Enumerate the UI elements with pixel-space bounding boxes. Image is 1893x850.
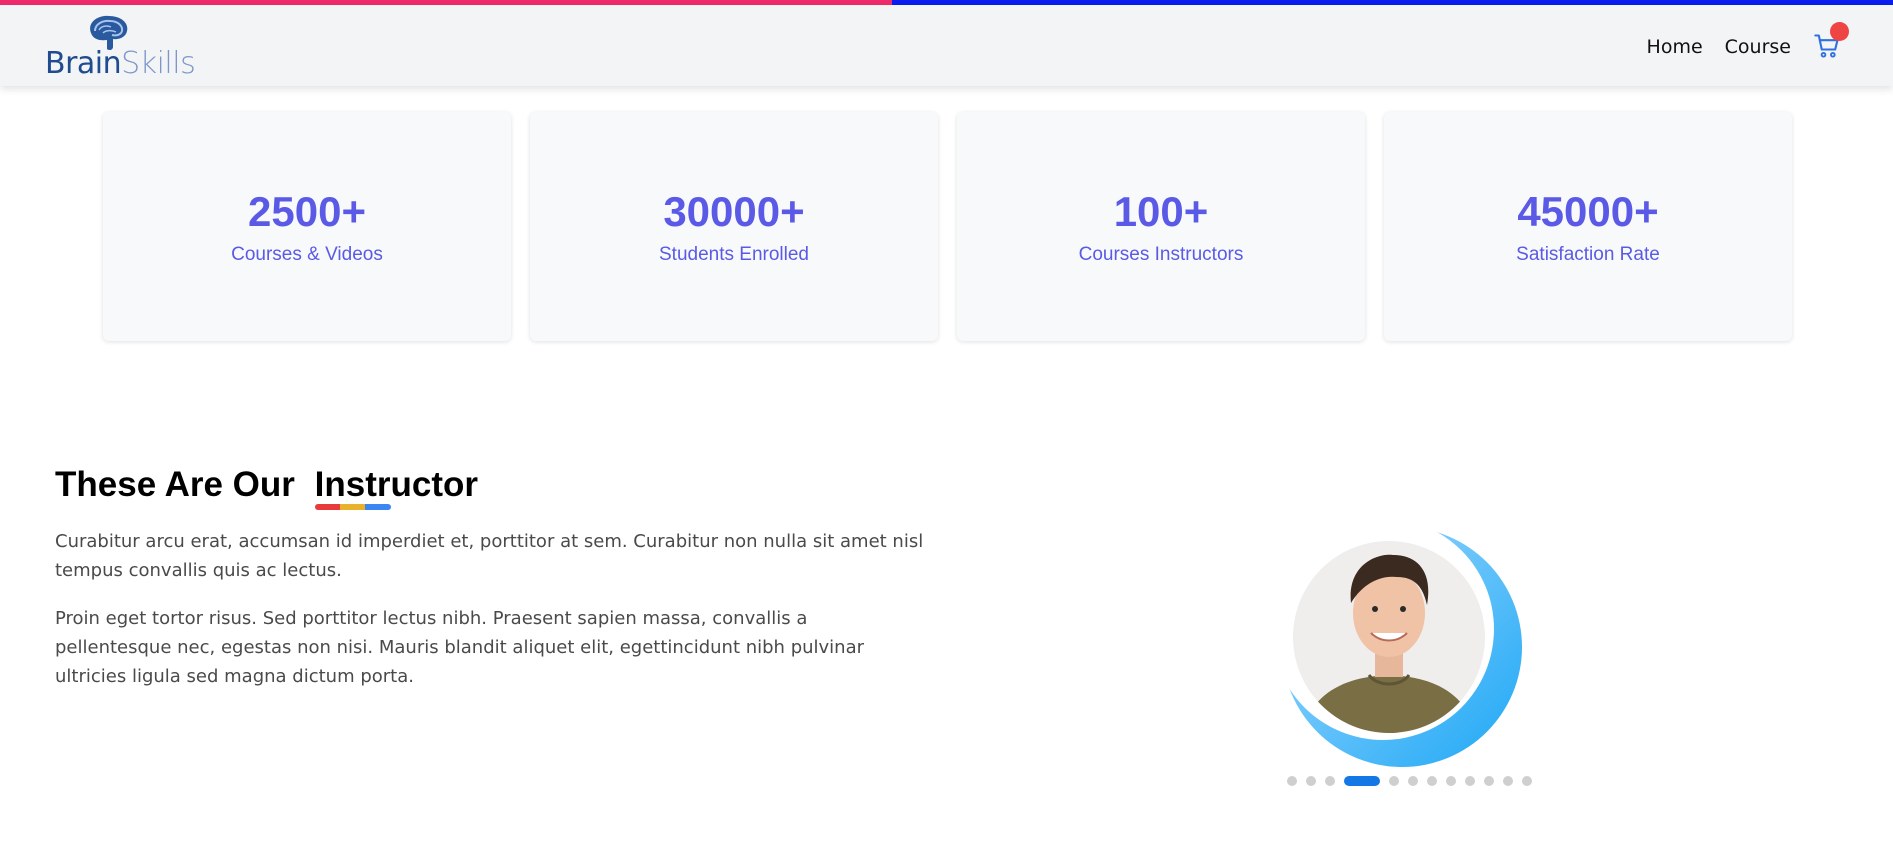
stat-label: Satisfaction Rate [1516,243,1660,265]
carousel-dot[interactable] [1484,776,1494,786]
carousel-pagination [1287,776,1532,786]
site-header: BrainSkills Home Course [0,5,1893,86]
brand-name: BrainSkills [45,46,196,81]
cart-badge [1830,22,1849,41]
carousel-dot[interactable] [1522,776,1532,786]
stat-value: 30000+ [663,187,805,235]
stat-value: 45000+ [1517,187,1659,235]
stat-card-satisfaction: 45000+ Satisfaction Rate [1384,112,1792,341]
stat-value: 100+ [1113,187,1209,235]
stat-card-students: 30000+ Students Enrolled [530,112,938,341]
carousel-dot[interactable] [1325,776,1335,786]
carousel-dot[interactable] [1446,776,1456,786]
nav-home-link[interactable]: Home [1647,36,1703,58]
instructor-avatar [1272,518,1527,770]
carousel-dot[interactable] [1427,776,1437,786]
main-nav: Home Course [1647,22,1849,62]
brand-name-part2: Skills [121,46,196,81]
stat-card-instructors: 100+ Courses Instructors [957,112,1365,341]
title-underline [314,504,391,510]
stats-section: 2500+ Courses & Videos 30000+ Students E… [103,112,1792,341]
stat-card-courses: 2500+ Courses & Videos [103,112,511,341]
carousel-dot[interactable] [1287,776,1297,786]
stat-label: Courses & Videos [231,243,383,265]
carousel-dot[interactable] [1503,776,1513,786]
instructor-paragraph-1: Curabitur arcu erat, accumsan id imperdi… [55,531,924,581]
carousel-dot[interactable] [1389,776,1399,786]
stat-value: 2500+ [248,187,366,235]
carousel-dot[interactable] [1465,776,1475,786]
avatar-illustration [1272,518,1522,767]
cart-button[interactable] [1813,22,1849,62]
carousel-dot[interactable] [1344,776,1380,786]
instructor-paragraph-2: Proin eget tortor risus. Sed porttitor l… [55,608,865,687]
instructor-section-title: These Are Our Instructor [55,465,478,510]
stat-label: Courses Instructors [1078,243,1244,265]
carousel-dot[interactable] [1408,776,1418,786]
title-accent-text: Instructor [314,465,478,504]
stat-label: Students Enrolled [659,243,809,265]
nav-course-link[interactable]: Course [1725,36,1791,58]
carousel-dot[interactable] [1306,776,1316,786]
title-accent: Instructor [314,465,478,510]
brand-name-part1: Brain [45,46,122,81]
brand-logo[interactable]: BrainSkills [45,13,205,83]
title-prefix: These Are Our [55,465,295,504]
